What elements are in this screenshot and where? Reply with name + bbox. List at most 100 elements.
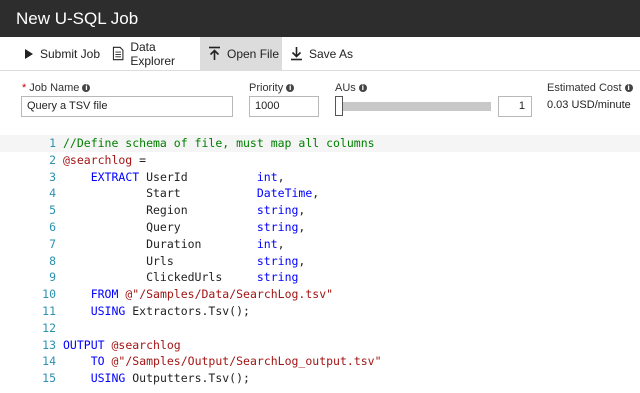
code-token: FROM <box>90 287 119 302</box>
code-token: string <box>256 270 299 285</box>
code-text: Urls string, <box>63 253 305 270</box>
line-number: 7 <box>49 236 56 251</box>
line-number: 5 <box>49 203 56 218</box>
code-token: , <box>298 253 306 268</box>
code-line[interactable]: 14 TO @"/Samples/Output/SearchLog_output… <box>0 353 640 370</box>
estimated-cost-label: Estimated Cost i <box>547 82 633 94</box>
code-token: string <box>256 253 299 268</box>
code-line[interactable]: 7 Duration int, <box>0 236 640 253</box>
window-title: New U-SQL Job <box>0 0 640 37</box>
line-number: 9 <box>49 270 56 285</box>
code-text: Duration int, <box>63 236 285 253</box>
code-token: , <box>277 236 285 251</box>
priority-label: Priority i <box>249 82 295 94</box>
code-line[interactable]: 12 <box>0 320 640 337</box>
code-token: OUTPUT <box>63 337 105 352</box>
code-editor[interactable]: 1 //Define schema of file, must map all c… <box>0 135 640 387</box>
line-number: 3 <box>49 169 56 184</box>
code-token: , <box>298 203 306 218</box>
code-line[interactable]: 1 //Define schema of file, must map all c… <box>0 135 640 152</box>
line-number: 6 <box>49 219 56 234</box>
line-number: 8 <box>49 253 56 268</box>
download-icon <box>291 47 302 61</box>
submit-job-label: Submit Job <box>40 46 101 61</box>
code-token: int <box>256 236 278 251</box>
info-icon[interactable]: i <box>82 84 91 93</box>
code-token: @"/Samples/Output/SearchLog_output.tsv" <box>111 354 382 369</box>
code-token: string <box>256 203 299 218</box>
priority-input[interactable]: 1000 <box>249 96 319 117</box>
code-line[interactable]: 9 ClickedUrls string <box>0 269 640 286</box>
estimated-cost-value: 0.03 USD/minute <box>547 99 631 111</box>
code-token: Urls <box>63 253 257 268</box>
save-as-label: Save As <box>309 46 354 61</box>
open-file-label: Open File <box>227 46 280 61</box>
play-icon <box>25 48 33 59</box>
line-number: 4 <box>49 186 56 201</box>
code-token: string <box>256 219 299 234</box>
info-icon[interactable]: i <box>624 84 633 93</box>
code-token: int <box>256 169 278 184</box>
code-text: USING Extractors.Tsv(); <box>63 303 250 320</box>
code-token: DateTime <box>256 186 313 201</box>
code-line[interactable]: 11 USING Extractors.Tsv(); <box>0 303 640 320</box>
aus-slider-handle[interactable] <box>335 96 343 116</box>
info-icon[interactable]: i <box>286 84 295 93</box>
code-token: , <box>277 169 285 184</box>
code-token: Query <box>63 219 257 234</box>
line-number: 10 <box>42 287 56 302</box>
code-line[interactable]: 2 @searchlog = <box>0 152 640 169</box>
code-line[interactable]: 8 Urls string, <box>0 253 640 270</box>
code-token: //Define schema of file, must map all co… <box>63 136 375 150</box>
code-text: Start DateTime, <box>63 185 319 202</box>
code-token: ClickedUrls <box>63 270 257 285</box>
save-as-button[interactable]: Save As <box>282 37 362 70</box>
code-token: Start <box>63 186 257 201</box>
code-line[interactable]: 3 EXTRACT UserId int, <box>0 169 640 186</box>
aus-input[interactable]: 1 <box>498 96 532 117</box>
data-explorer-button[interactable]: Data Explorer <box>104 37 200 70</box>
code-text: @searchlog = <box>63 152 146 169</box>
code-token: USING <box>90 371 126 386</box>
code-line[interactable]: 6 Query string, <box>0 219 640 236</box>
code-token: @searchlog <box>111 337 181 352</box>
line-number: 14 <box>42 354 56 369</box>
submit-job-button[interactable]: Submit Job <box>16 37 106 70</box>
code-text: USING Outputters.Tsv(); <box>63 370 250 387</box>
job-name-input[interactable]: Query a TSV file <box>21 96 233 117</box>
code-line[interactable]: 13 OUTPUT @searchlog <box>0 337 640 354</box>
data-explorer-label: Data Explorer <box>130 39 176 68</box>
code-token: USING <box>90 303 126 318</box>
open-file-button[interactable]: Open File <box>200 37 282 70</box>
document-icon <box>112 46 124 61</box>
code-token: , <box>298 219 306 234</box>
required-marker: * <box>22 82 27 94</box>
code-line[interactable]: 10 FROM @"/Samples/Data/SearchLog.tsv" <box>0 286 640 303</box>
code-token: = <box>132 152 147 167</box>
aus-slider-track[interactable] <box>336 102 491 111</box>
job-name-label: * Job Name i <box>22 82 91 94</box>
code-token: @searchlog <box>63 152 133 167</box>
line-number: 11 <box>42 303 56 318</box>
line-number: 15 <box>42 371 56 386</box>
code-token: Extractors.Tsv(); <box>125 303 250 318</box>
code-line[interactable]: 4 Start DateTime, <box>0 185 640 202</box>
code-token: Outputters.Tsv(); <box>125 371 250 386</box>
info-icon[interactable]: i <box>358 84 367 93</box>
line-number: 1 <box>49 136 56 150</box>
code-line[interactable]: 5 Region string, <box>0 202 640 219</box>
code-text: OUTPUT @searchlog <box>63 337 181 354</box>
aus-label: AUs i <box>335 82 367 94</box>
code-token: Region <box>63 203 257 218</box>
toolbar: Submit Job Data Explorer Open File Save … <box>0 37 640 71</box>
code-token: Duration <box>63 236 257 251</box>
code-text: Region string, <box>63 202 305 219</box>
code-line[interactable]: 15 USING Outputters.Tsv(); <box>0 370 640 387</box>
code-text: Query string, <box>63 219 305 236</box>
